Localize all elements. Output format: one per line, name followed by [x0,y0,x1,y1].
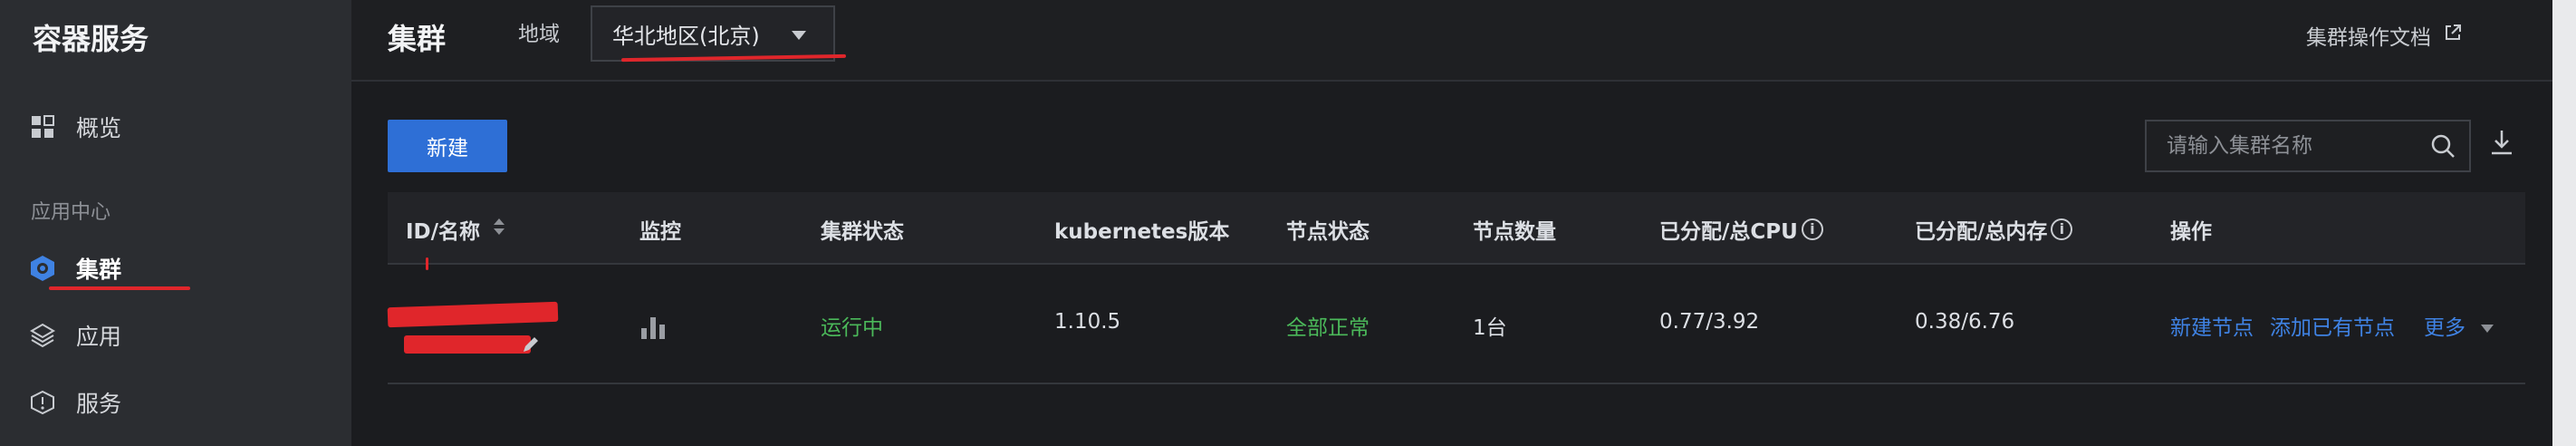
download-icon[interactable] [2489,129,2514,160]
column-node-count: 节点数量 [1473,220,1556,244]
region-value: 华北地区(北京) [612,23,760,49]
grid-icon [29,113,56,141]
column-cpu: 已分配/总CPU i [1659,214,1823,245]
region-label: 地域 [518,23,560,46]
sidebar-item-service[interactable]: 服务 [29,386,121,419]
sidebar-item-label: 服务 [76,391,122,417]
new-node-link[interactable]: 新建节点 [2170,310,2254,341]
product-title: 容器服务 [33,22,149,56]
info-icon[interactable]: i [1801,218,1823,240]
column-node-status: 节点状态 [1286,220,1370,244]
sidebar-item-overview[interactable]: 概览 [29,111,121,143]
redaction-mark [404,335,531,354]
docs-link-label: 集群操作文档 [2306,26,2431,50]
edit-icon[interactable] [520,334,542,359]
table-row: 运行中 1.10.5 全部正常 1台 0.77/3.92 0.38/6.76 新… [387,265,2525,384]
annotation-underline [49,286,190,290]
annotation-tick [426,257,428,270]
redaction-mark [387,301,559,328]
cluster-icon [29,255,56,282]
column-monitor: 监控 [639,220,681,244]
column-id-name[interactable]: ID/名称 [406,214,505,245]
search-icon[interactable] [2429,132,2456,163]
node-status: 全部正常 [1286,316,1370,340]
more-actions-dropdown[interactable]: 更多 [2424,310,2494,341]
chevron-down-icon [2481,325,2494,333]
cluster-search [2145,120,2471,172]
chevron-down-icon [792,31,806,40]
search-input[interactable] [2147,121,2418,170]
page-header: 集群 地域 华北地区(北京) 集群操作文档 [351,0,2576,82]
table-header: ID/名称 监控 集群状态 kubernetes版本 节点状态 节点数量 已分配… [388,192,2525,265]
sidebar: 容器服务 概览 应用中心 集群 应用 服务 [0,0,351,446]
node-count: 1台 [1473,316,1507,340]
column-actions: 操作 [2170,220,2212,244]
cpu-allocation: 0.77/3.92 [1659,310,1760,334]
cluster-table: ID/名称 监控 集群状态 kubernetes版本 节点状态 节点数量 已分配… [387,192,2525,384]
memory-allocation: 0.38/6.76 [1915,310,2015,334]
sidebar-item-app[interactable]: 应用 [29,319,121,352]
column-status: 集群状态 [821,220,904,244]
info-icon[interactable]: i [2051,218,2073,240]
docs-link[interactable]: 集群操作文档 [2306,20,2462,51]
new-cluster-button[interactable]: 新建 [388,120,507,172]
sidebar-item-label: 应用 [76,324,122,350]
monitor-chart-icon[interactable] [639,315,667,344]
column-k8s-version: kubernetes版本 [1054,220,1230,244]
layers-icon [29,322,56,349]
external-link-icon [2444,24,2462,47]
sidebar-group-label: 应用中心 [31,201,111,224]
page-title: 集群 [388,22,447,56]
sidebar-item-label: 集群 [76,257,122,283]
service-icon [29,389,56,416]
sidebar-item-label: 概览 [76,115,122,141]
sidebar-item-cluster[interactable]: 集群 [29,252,121,285]
cluster-status: 运行中 [821,316,883,340]
column-memory: 已分配/总内存 i [1915,214,2073,245]
adjacent-window-edge [2552,0,2576,446]
region-select[interactable]: 华北地区(北京) [591,5,835,62]
add-existing-node-link[interactable]: 添加已有节点 [2270,310,2395,341]
sort-icon[interactable] [493,217,505,242]
k8s-version: 1.10.5 [1054,310,1121,334]
